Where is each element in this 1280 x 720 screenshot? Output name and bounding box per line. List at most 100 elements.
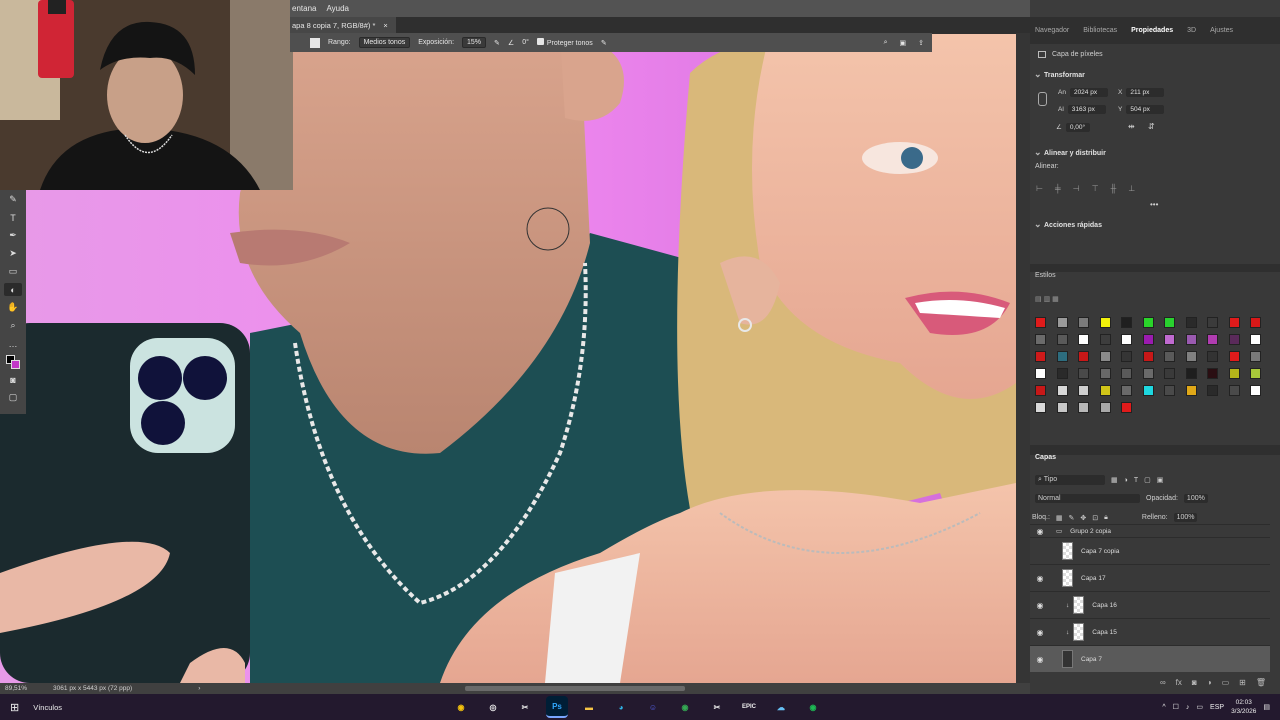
protect-tones-checkbox[interactable]: Proteger tonos — [536, 38, 593, 47]
style-swatch[interactable] — [1121, 317, 1132, 328]
style-swatch[interactable] — [1035, 368, 1046, 379]
angle-field[interactable]: ∠ 0,00° — [1056, 123, 1090, 132]
style-swatch[interactable] — [1035, 334, 1046, 345]
style-swatch[interactable] — [1121, 351, 1132, 362]
filter-smart-icon[interactable]: ▣ — [1157, 476, 1164, 484]
style-swatch[interactable] — [1185, 317, 1197, 328]
style-swatch[interactable] — [1142, 334, 1154, 345]
menu-item-ventana[interactable]: entana — [292, 4, 316, 13]
height-input[interactable]: 3163 px — [1067, 105, 1106, 114]
style-swatch[interactable] — [1035, 317, 1046, 328]
chevron-right-icon[interactable]: › — [198, 685, 200, 692]
filter-shape-icon[interactable]: ▢ — [1144, 476, 1151, 484]
style-swatch[interactable] — [1035, 402, 1046, 413]
search-icon[interactable]: ⌕ — [884, 39, 888, 47]
folder-icon[interactable]: ▤ — [1035, 296, 1042, 303]
lock-move-icon[interactable]: ✥ — [1080, 514, 1086, 522]
edge-icon[interactable]: ◕ — [610, 696, 632, 718]
height-field[interactable]: Al 3163 px — [1058, 105, 1106, 114]
style-swatch[interactable] — [1056, 385, 1068, 396]
align-vcenter-icon[interactable]: ╫ — [1111, 184, 1117, 193]
share-icon[interactable]: ⇪ — [918, 39, 924, 47]
x-input[interactable]: 211 px — [1126, 88, 1165, 97]
style-swatch[interactable] — [1250, 385, 1261, 396]
link-layers-icon[interactable]: ∞ — [1160, 678, 1166, 687]
battery-icon[interactable]: ▭ — [1196, 703, 1203, 711]
style-swatch[interactable] — [1207, 385, 1218, 396]
style-swatch[interactable] — [1056, 368, 1068, 379]
style-swatch[interactable] — [1035, 385, 1046, 396]
style-swatch[interactable] — [1142, 317, 1154, 328]
airbrush-icon[interactable]: ✎ — [494, 39, 500, 47]
align-top-icon[interactable]: ⊤ — [1092, 184, 1099, 193]
workspace-icon[interactable]: ▣ — [900, 39, 907, 47]
style-swatch[interactable] — [1078, 317, 1089, 328]
style-swatch[interactable] — [1056, 351, 1068, 362]
add-mask-icon[interactable]: ◙ — [1192, 678, 1197, 687]
style-swatch[interactable] — [1185, 334, 1197, 345]
style-swatch[interactable] — [1099, 368, 1111, 379]
more-tools-icon[interactable]: … — [4, 337, 22, 350]
align-bottom-icon[interactable]: ⊥ — [1128, 184, 1135, 193]
style-swatch[interactable] — [1164, 334, 1175, 345]
style-swatch[interactable] — [1035, 351, 1046, 362]
vertical-scrollbar[interactable] — [1016, 33, 1030, 683]
eye-icon[interactable]: ◉ — [1030, 655, 1050, 664]
filter-adjust-icon[interactable]: ◑ — [1124, 477, 1128, 484]
more-options-icon[interactable]: ••• — [1150, 200, 1158, 209]
style-swatch[interactable] — [1121, 334, 1132, 345]
language-indicator[interactable]: ESP — [1210, 704, 1224, 711]
volume-icon[interactable]: ♪ — [1186, 704, 1190, 711]
align-hcenter-icon[interactable]: ╪ — [1055, 184, 1061, 193]
filter-type-icon[interactable]: T — [1134, 477, 1138, 484]
menu-item-ayuda[interactable]: Ayuda — [326, 4, 349, 13]
width-input[interactable]: 2024 px — [1069, 88, 1108, 97]
style-swatch[interactable] — [1121, 402, 1132, 413]
width-field[interactable]: An 2024 px — [1058, 88, 1108, 97]
style-swatch[interactable] — [1250, 368, 1261, 379]
opacity-input[interactable]: 100% — [1183, 494, 1208, 503]
styles-title[interactable]: Estilos — [1030, 272, 1280, 279]
link-dimensions-icon[interactable] — [1038, 92, 1047, 106]
style-swatch[interactable] — [1099, 334, 1111, 345]
document-tab-active[interactable]: apa 8 copia 7, RGB/8#) * × — [290, 17, 396, 34]
photoshop-icon[interactable]: Ps — [546, 696, 568, 718]
style-swatch[interactable] — [1078, 334, 1089, 345]
lock-brush-icon[interactable]: ✎ — [1069, 514, 1075, 522]
close-tab-icon[interactable]: × — [383, 21, 387, 30]
flip-horizontal-icon[interactable]: ⇹ — [1128, 122, 1135, 131]
lock-pixels-icon[interactable]: ▦ — [1056, 514, 1063, 522]
align-header[interactable]: Alinear y distribuir — [1030, 147, 1280, 158]
document-info[interactable]: 3061 px x 5443 px (72 ppp) — [53, 685, 132, 692]
style-swatch[interactable] — [1142, 385, 1154, 396]
eye-icon[interactable]: ◉ — [1030, 628, 1050, 637]
style-swatch[interactable] — [1228, 385, 1240, 396]
chrome-profile-icon[interactable]: ◉ — [674, 696, 696, 718]
new-layer-icon[interactable]: ⊞ — [1239, 678, 1246, 687]
style-swatch[interactable] — [1207, 351, 1218, 362]
style-swatch[interactable] — [1121, 368, 1132, 379]
links-label[interactable]: Vínculos — [33, 703, 62, 712]
style-swatch[interactable] — [1099, 351, 1111, 362]
tab-bibliotecas[interactable]: Bibliotecas — [1083, 27, 1117, 44]
new-group-icon[interactable]: ▭ — [1222, 678, 1230, 687]
clock[interactable]: 02:03 3/3/2026 — [1231, 698, 1256, 716]
layer-row-capa-15[interactable]: ◉ ↓ Capa 15 — [1030, 618, 1270, 645]
style-swatch[interactable] — [1185, 385, 1197, 396]
layers-title[interactable]: Capas — [1030, 454, 1280, 461]
quick-actions-header[interactable]: Acciones rápidas — [1030, 219, 1280, 230]
style-swatch[interactable] — [1078, 368, 1089, 379]
style-swatch[interactable] — [1164, 368, 1175, 379]
dodge-tool-icon[interactable] — [310, 37, 320, 48]
thumbnail-icon[interactable]: ▦ — [1052, 296, 1059, 303]
pen-tool-icon[interactable]: ✒ — [4, 229, 22, 242]
eye-icon[interactable]: ◉ — [1030, 574, 1050, 583]
hand-tool-icon[interactable]: ✋ — [4, 301, 22, 314]
style-swatch[interactable] — [1099, 317, 1111, 328]
capcut-icon[interactable]: ✂ — [706, 696, 728, 718]
eye-icon[interactable]: ◉ — [1030, 601, 1050, 610]
rectangle-tool-icon[interactable]: ▭ — [4, 265, 22, 278]
y-input[interactable]: 504 px — [1126, 105, 1165, 114]
style-swatch[interactable] — [1207, 368, 1218, 379]
quick-mask-icon[interactable]: ◙ — [4, 373, 22, 386]
